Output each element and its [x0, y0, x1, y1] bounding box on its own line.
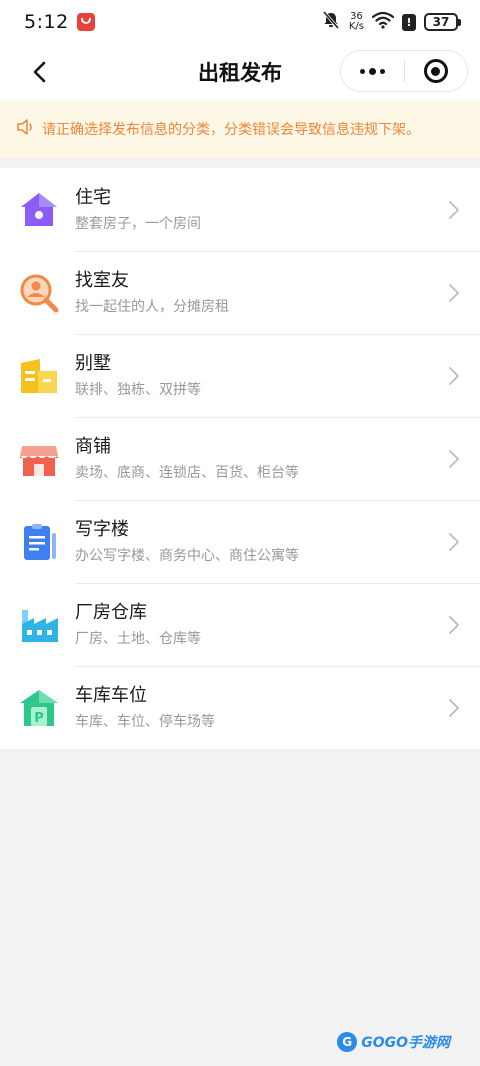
more-icon [359, 67, 385, 75]
watermark: G GOGO手游网 [337, 1032, 450, 1052]
category-title: 写字楼 [75, 519, 129, 540]
chevron-right-icon [434, 366, 474, 386]
notice-bar: 请正确选择发布信息的分类，分类错误会导致信息违规下架。 [0, 100, 480, 158]
category-villa[interactable]: 别墅 联排、独栋、双拼等 [0, 334, 480, 417]
category-office[interactable]: 写字楼 办公写字楼、商务中心、商住公寓等 [0, 500, 480, 583]
factory-icon [18, 604, 60, 646]
category-title: 商铺 [75, 436, 111, 457]
chevron-right-icon [434, 449, 474, 469]
house-icon [18, 189, 60, 231]
notice-text: 请正确选择发布信息的分类，分类错误会导致信息违规下架。 [42, 122, 420, 138]
wifi-icon [371, 11, 395, 33]
alert-icon: ! [402, 13, 416, 31]
battery-icon: 37 [424, 13, 461, 31]
villa-icon [18, 355, 60, 397]
category-title: 住宅 [75, 187, 111, 208]
close-miniapp-button[interactable] [405, 51, 468, 91]
page-title: 出租发布 [198, 61, 282, 85]
category-subtitle: 办公写字楼、商务中心、商住公寓等 [75, 548, 299, 564]
mute-bell-icon [321, 10, 341, 34]
category-subtitle: 找一起住的人，分摊房租 [75, 299, 229, 315]
category-title: 厂房仓库 [75, 602, 147, 623]
category-title: 车库车位 [75, 685, 147, 706]
chevron-right-icon [434, 283, 474, 303]
target-icon [423, 59, 448, 83]
status-time: 5:12 [24, 11, 69, 33]
office-icon [18, 521, 60, 563]
chevron-right-icon [434, 698, 474, 718]
category-title: 别墅 [75, 353, 111, 374]
back-icon[interactable] [24, 56, 56, 88]
category-subtitle: 车库、车位、停车场等 [75, 714, 215, 730]
chevron-right-icon [434, 615, 474, 635]
shop-icon [18, 438, 60, 480]
parking-icon: P [18, 687, 60, 729]
capsule-menu [340, 50, 468, 92]
chevron-right-icon [434, 532, 474, 552]
watermark-logo: G [337, 1032, 358, 1052]
category-list: 住宅 整套房子，一个房间 找室友 找一起住的人，分摊房租 别墅 联排、独栋、双拼… [0, 168, 480, 749]
category-factory[interactable]: 厂房仓库 厂房、土地、仓库等 [0, 583, 480, 666]
net-speed: 36 K/s [348, 11, 364, 32]
category-subtitle: 联排、独栋、双拼等 [75, 382, 201, 398]
svg-text:P: P [34, 711, 44, 726]
category-subtitle: 整套房子，一个房间 [75, 216, 201, 232]
category-subtitle: 厂房、土地、仓库等 [75, 631, 201, 647]
category-roommate[interactable]: 找室友 找一起住的人，分摊房租 [0, 251, 480, 334]
top-area: 5:12 36 K/s ! 37 出租发布 [0, 0, 480, 100]
category-residential[interactable]: 住宅 整套房子，一个房间 [0, 168, 480, 251]
app-badge-icon [76, 13, 95, 31]
watermark-text: GOGO手游网 [361, 1035, 450, 1051]
nav-bar: 出租发布 [0, 44, 480, 100]
status-bar: 5:12 36 K/s ! 37 [0, 0, 480, 44]
more-button[interactable] [341, 51, 404, 91]
category-parking[interactable]: P 车库车位 车库、车位、停车场等 [0, 666, 480, 749]
chevron-right-icon [434, 200, 474, 220]
category-title: 找室友 [75, 270, 129, 291]
speaker-icon [16, 118, 36, 140]
search-person-icon [18, 272, 60, 314]
category-subtitle: 卖场、底商、连锁店、百货、柜台等 [75, 465, 299, 481]
category-shop[interactable]: 商铺 卖场、底商、连锁店、百货、柜台等 [0, 417, 480, 500]
